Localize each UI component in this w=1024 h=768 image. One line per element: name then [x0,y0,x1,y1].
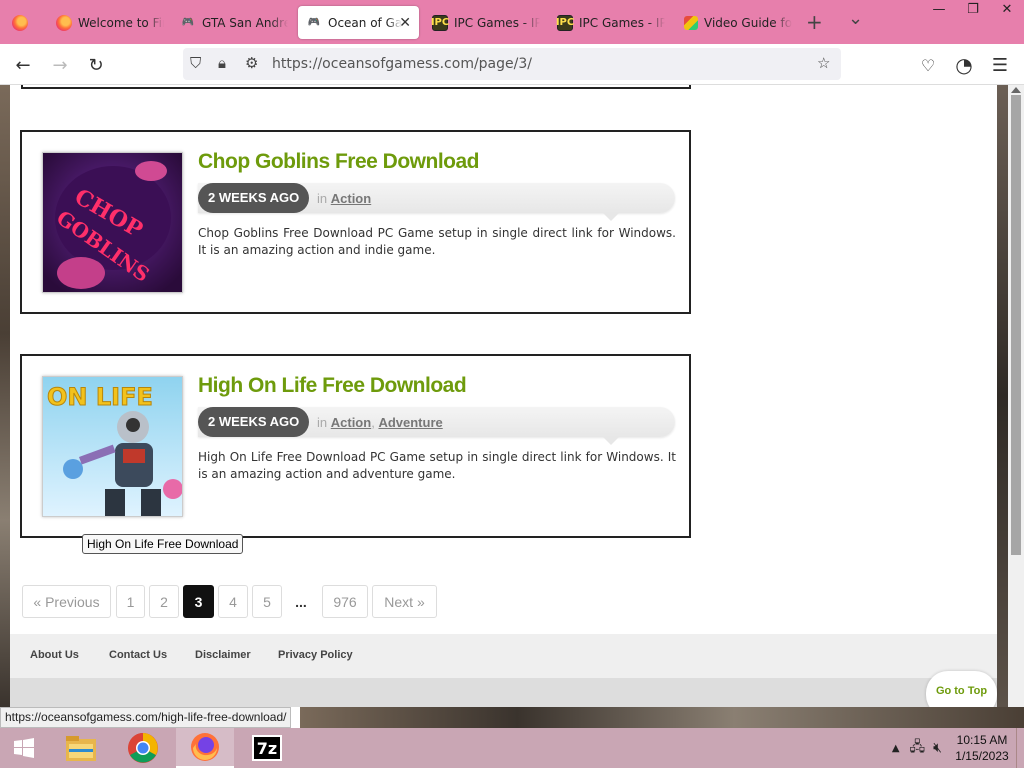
tab-label: IPC Games - IP [579,15,665,30]
shield-icon[interactable]: ⛉ [190,54,201,72]
back-icon[interactable]: ← [10,52,36,78]
post-excerpt: High On Life Free Download PC Game setup… [198,450,676,481]
footer: About Us Contact Us Disclaimer Privacy P… [10,634,997,678]
post-thumbnail[interactable]: ON LIFE [42,376,183,517]
footer-link-contact[interactable]: Contact Us [109,649,167,661]
post-meta: 2 WEEKS AGO in Action [198,183,675,221]
category-link[interactable]: Adventure [378,415,442,430]
post-meta: 2 WEEKS AGO in Action, Adventure [198,407,675,445]
firefox-icon [12,14,28,31]
category-link[interactable]: Action [331,191,371,206]
7zip-icon[interactable]: 7z [238,728,296,768]
file-explorer-icon[interactable] [52,728,110,768]
tab-label: GTA San Andre [202,15,288,30]
previous-page-button[interactable]: « Previous [22,585,111,618]
tab-ocean-of-games[interactable]: 🎮 Ocean of Gam ✕ [298,6,419,39]
tab-label: IPC Games - IP [454,15,540,30]
tab-label: Welcome to Fir [78,15,164,30]
account-icon[interactable]: ◔ [951,52,977,78]
page-link[interactable]: 2 [149,585,179,618]
gamepad-icon: 🎮 [181,17,195,28]
cube-icon [684,15,698,30]
navigation-toolbar: ← → ↻ ⛉ 🔒︎ ⚙ https://oceansofgamess.com/… [0,44,1024,85]
chrome-icon[interactable] [114,728,172,768]
category-link[interactable]: Action [331,415,371,430]
start-icon[interactable] [0,728,48,768]
url-text[interactable]: https://oceansofgamess.com/page/3/ [272,56,532,72]
window-controls: — ❐ ✕ [922,0,1024,22]
bookmark-star-icon[interactable]: ☆ [817,54,830,72]
page-content: CHOP GOBLINS Chop Goblins Free Download … [0,85,1010,707]
tab-label: Video Guide fo [704,15,792,30]
page-link-last[interactable]: 976 [322,585,368,618]
tab-gta[interactable]: 🎮 GTA San Andre [172,6,288,39]
footer-bottom [10,678,997,707]
in-label: in [317,191,328,206]
pocket-icon[interactable]: ♡ [915,52,941,78]
post-categories: in Action, Adventure [317,415,443,430]
ipc-icon: IPC [431,14,449,31]
list-all-tabs-button[interactable]: ⌄ [848,8,863,29]
new-tab-button[interactable]: + [806,10,823,34]
post-thumbnail[interactable]: CHOP GOBLINS [42,152,183,293]
firefox-icon [56,14,72,31]
page-link[interactable]: 5 [252,585,282,618]
post-date-badge: 2 WEEKS AGO [198,407,310,437]
close-tab-icon[interactable]: ✕ [399,15,411,31]
in-label: in [317,415,328,430]
scrollbar[interactable] [1008,85,1024,728]
current-page: 3 [183,585,214,618]
footer-link-about[interactable]: About Us [30,649,79,661]
tab-welcome[interactable]: Welcome to Fir [48,6,164,39]
post-card: ON LIFE High On Life Free Download 2 WEE… [20,354,691,538]
url-bar[interactable]: ⛉ 🔒︎ ⚙ https://oceansofgamess.com/page/3… [183,48,841,80]
ipc-icon: IPC [556,14,574,31]
chevron-up-icon[interactable]: ▲ [892,743,900,754]
footer-link-disclaimer[interactable]: Disclaimer [195,649,251,661]
tab-pinned-firefox[interactable] [4,6,40,39]
tab-video-guide[interactable]: Video Guide fo [676,6,792,39]
pagination-ellipsis: ... [286,585,316,618]
previous-post-edge [21,85,691,89]
firefox-icon[interactable] [176,728,234,768]
post-title[interactable]: High On Life Free Download [198,374,467,398]
clock[interactable]: 10:15 AM 1/15/2023 [948,732,1016,764]
clock-time: 10:15 AM [956,733,1008,747]
tab-ipc-games-1[interactable]: IPC IPC Games - IP [424,6,540,39]
forward-icon[interactable]: → [47,52,73,78]
taskbar: 7z ▲ 🖧 🔇︎ 10:15 AM 1/15/2023 [0,728,1024,768]
post-card: CHOP GOBLINS Chop Goblins Free Download … [20,130,691,314]
page-link[interactable]: 4 [218,585,248,618]
tab-strip: Welcome to Fir 🎮 GTA San Andre 🎮 Ocean o… [0,0,1024,44]
clock-date: 1/15/2023 [955,749,1009,763]
footer-link-privacy[interactable]: Privacy Policy [278,649,353,661]
go-to-top-button[interactable]: Go to Top [926,671,997,707]
tab-ipc-games-2[interactable]: IPC IPC Games - IP [549,6,665,39]
page-link[interactable]: 1 [116,585,145,618]
network-icon[interactable]: 🖧 [910,736,926,760]
close-window-button[interactable]: ✕ [990,0,1024,22]
permissions-icon[interactable]: ⚙ [245,54,258,72]
tab-label: Ocean of Gam [328,15,402,30]
minimize-button[interactable]: — [922,0,956,22]
show-desktop-button[interactable] [1016,728,1024,768]
svg-text:ON LIFE: ON LIFE [47,383,153,411]
next-page-button[interactable]: Next » [372,585,437,618]
background-strip [300,707,1024,728]
post-excerpt: Chop Goblins Free Download PC Game setup… [198,226,676,257]
volume-muted-icon[interactable]: 🔇︎ [933,740,942,756]
maximize-button[interactable]: ❐ [956,0,990,22]
post-categories: in Action [317,191,371,206]
post-title[interactable]: Chop Goblins Free Download [198,150,480,174]
background-strip [0,85,10,707]
system-tray: ▲ 🖧 🔇︎ 10:15 AM 1/15/2023 [892,728,1024,768]
gamepad-icon: 🎮 [307,17,321,28]
menu-icon[interactable]: ☰ [987,52,1013,78]
tooltip: High On Life Free Download [82,534,244,554]
lock-icon[interactable]: 🔒︎ [218,54,226,72]
reload-icon[interactable]: ↻ [83,52,109,78]
post-date-badge: 2 WEEKS AGO [198,183,310,213]
status-bar-url: https://oceansofgamess.com/high-life-fre… [0,707,292,728]
